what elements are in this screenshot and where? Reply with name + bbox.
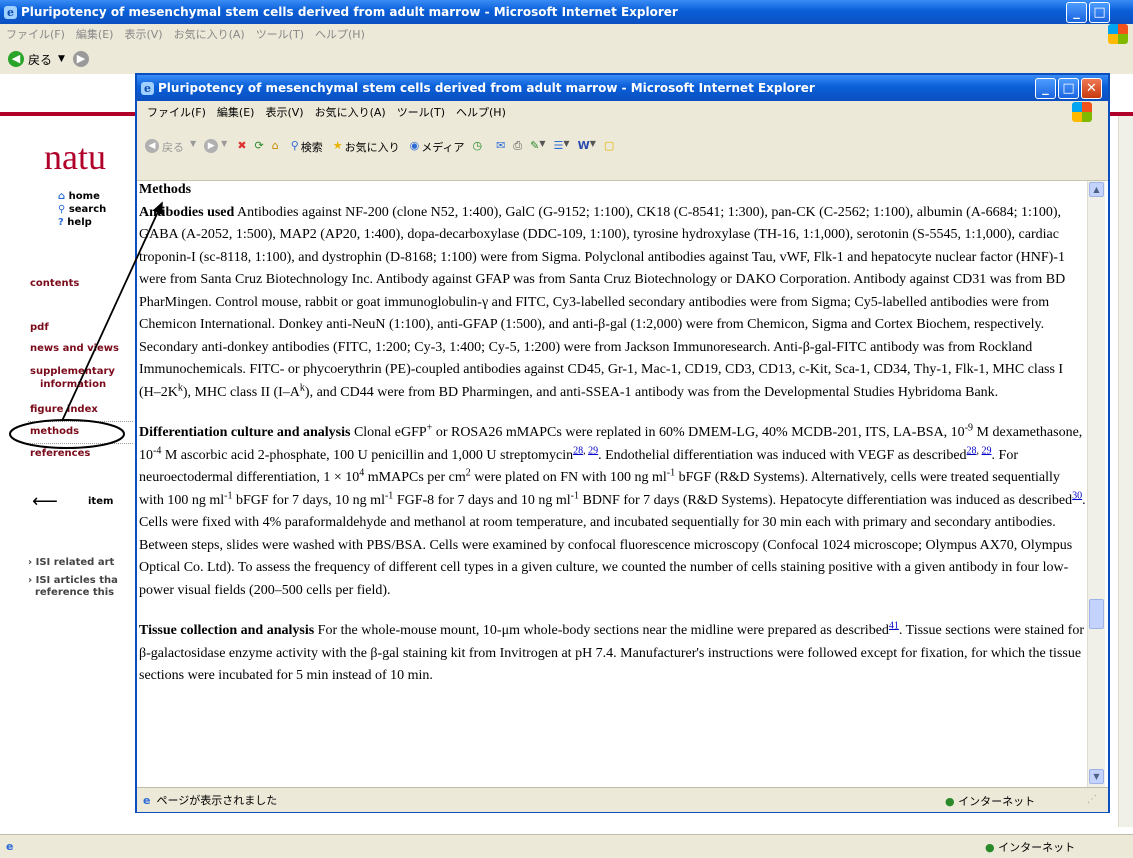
annotation-overlay <box>9 201 163 449</box>
annotation-arrow <box>61 201 163 422</box>
methods-highlight-ellipse <box>9 419 125 449</box>
